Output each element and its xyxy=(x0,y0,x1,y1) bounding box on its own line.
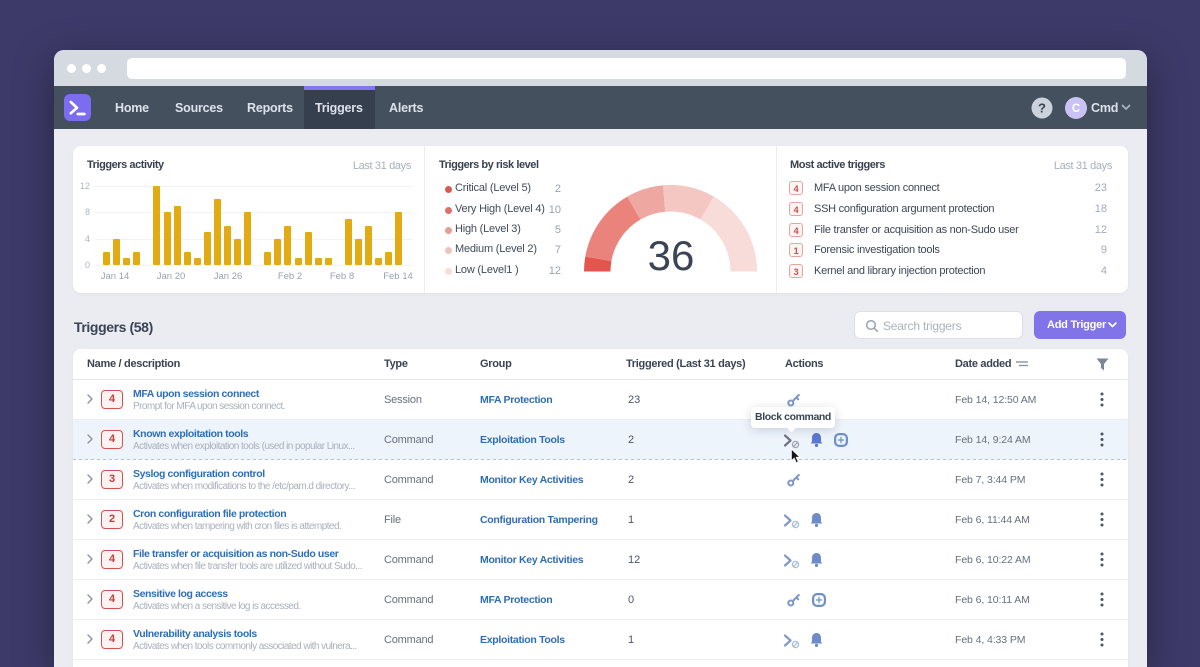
svg-text:?: ? xyxy=(1038,101,1046,116)
svg-text:C: C xyxy=(1072,103,1080,115)
